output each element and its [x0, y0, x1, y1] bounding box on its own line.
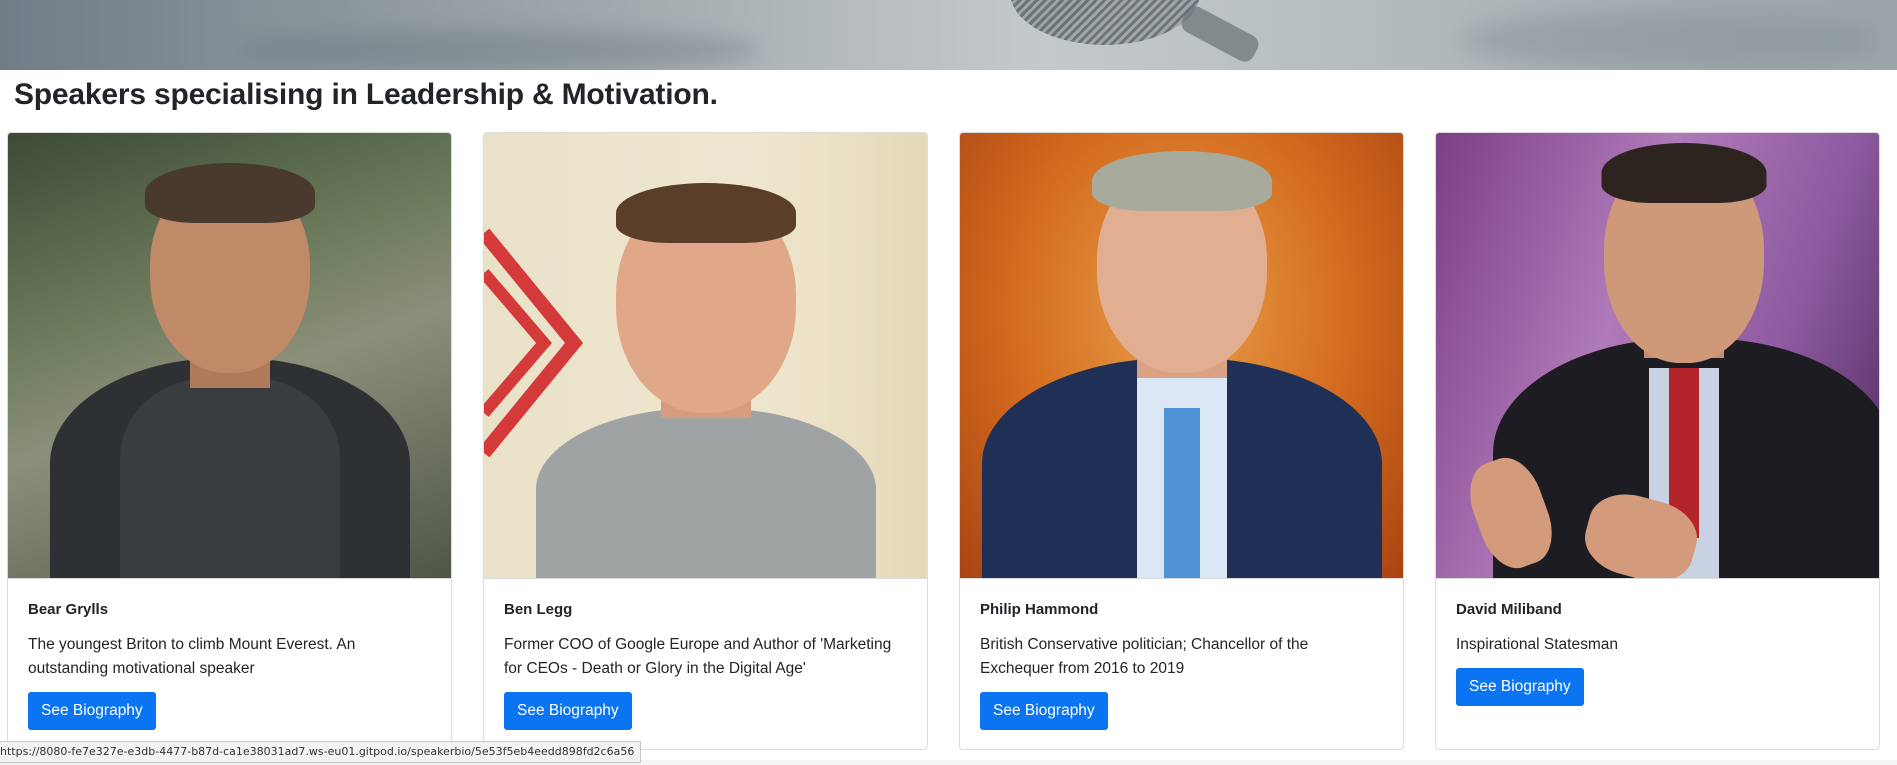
speaker-card-david-miliband: David Miliband Inspirational Statesman S… [1435, 132, 1880, 750]
see-biography-button[interactable]: See Biography [504, 692, 632, 730]
link-status-bar: https://8080-fe7e327e-e3db-4477-b87d-ca1… [0, 741, 642, 763]
speaker-name: Ben Legg [504, 601, 573, 618]
page-title: Speakers specialising in Leadership & Mo… [14, 78, 718, 111]
see-biography-button[interactable]: See Biography [1456, 668, 1584, 706]
speaker-name: David Miliband [1456, 601, 1562, 618]
speaker-name: Philip Hammond [980, 601, 1099, 618]
speaker-description: British Conservative politician; Chancel… [980, 636, 1309, 677]
hero-banner-image [0, 0, 1897, 70]
speaker-photo[interactable] [960, 133, 1403, 579]
speaker-card-philip-hammond: Philip Hammond British Conservative poli… [959, 132, 1404, 750]
see-biography-button[interactable]: See Biography [980, 692, 1108, 730]
speaker-description: Inspirational Statesman [1456, 636, 1618, 653]
speaker-photo[interactable] [8, 133, 451, 579]
speaker-photo[interactable] [484, 133, 927, 579]
speaker-photo[interactable] [1436, 133, 1879, 579]
microphone-image [1010, 0, 1200, 45]
see-biography-button[interactable]: See Biography [28, 692, 156, 730]
speaker-card-ben-legg: Ben Legg Former COO of Google Europe and… [483, 132, 928, 750]
speaker-card-bear-grylls: Bear Grylls The youngest Briton to climb… [7, 132, 452, 750]
speaker-description: The youngest Briton to climb Mount Evere… [28, 636, 356, 677]
speaker-name: Bear Grylls [28, 601, 109, 618]
speaker-description: Former COO of Google Europe and Author o… [504, 636, 892, 677]
